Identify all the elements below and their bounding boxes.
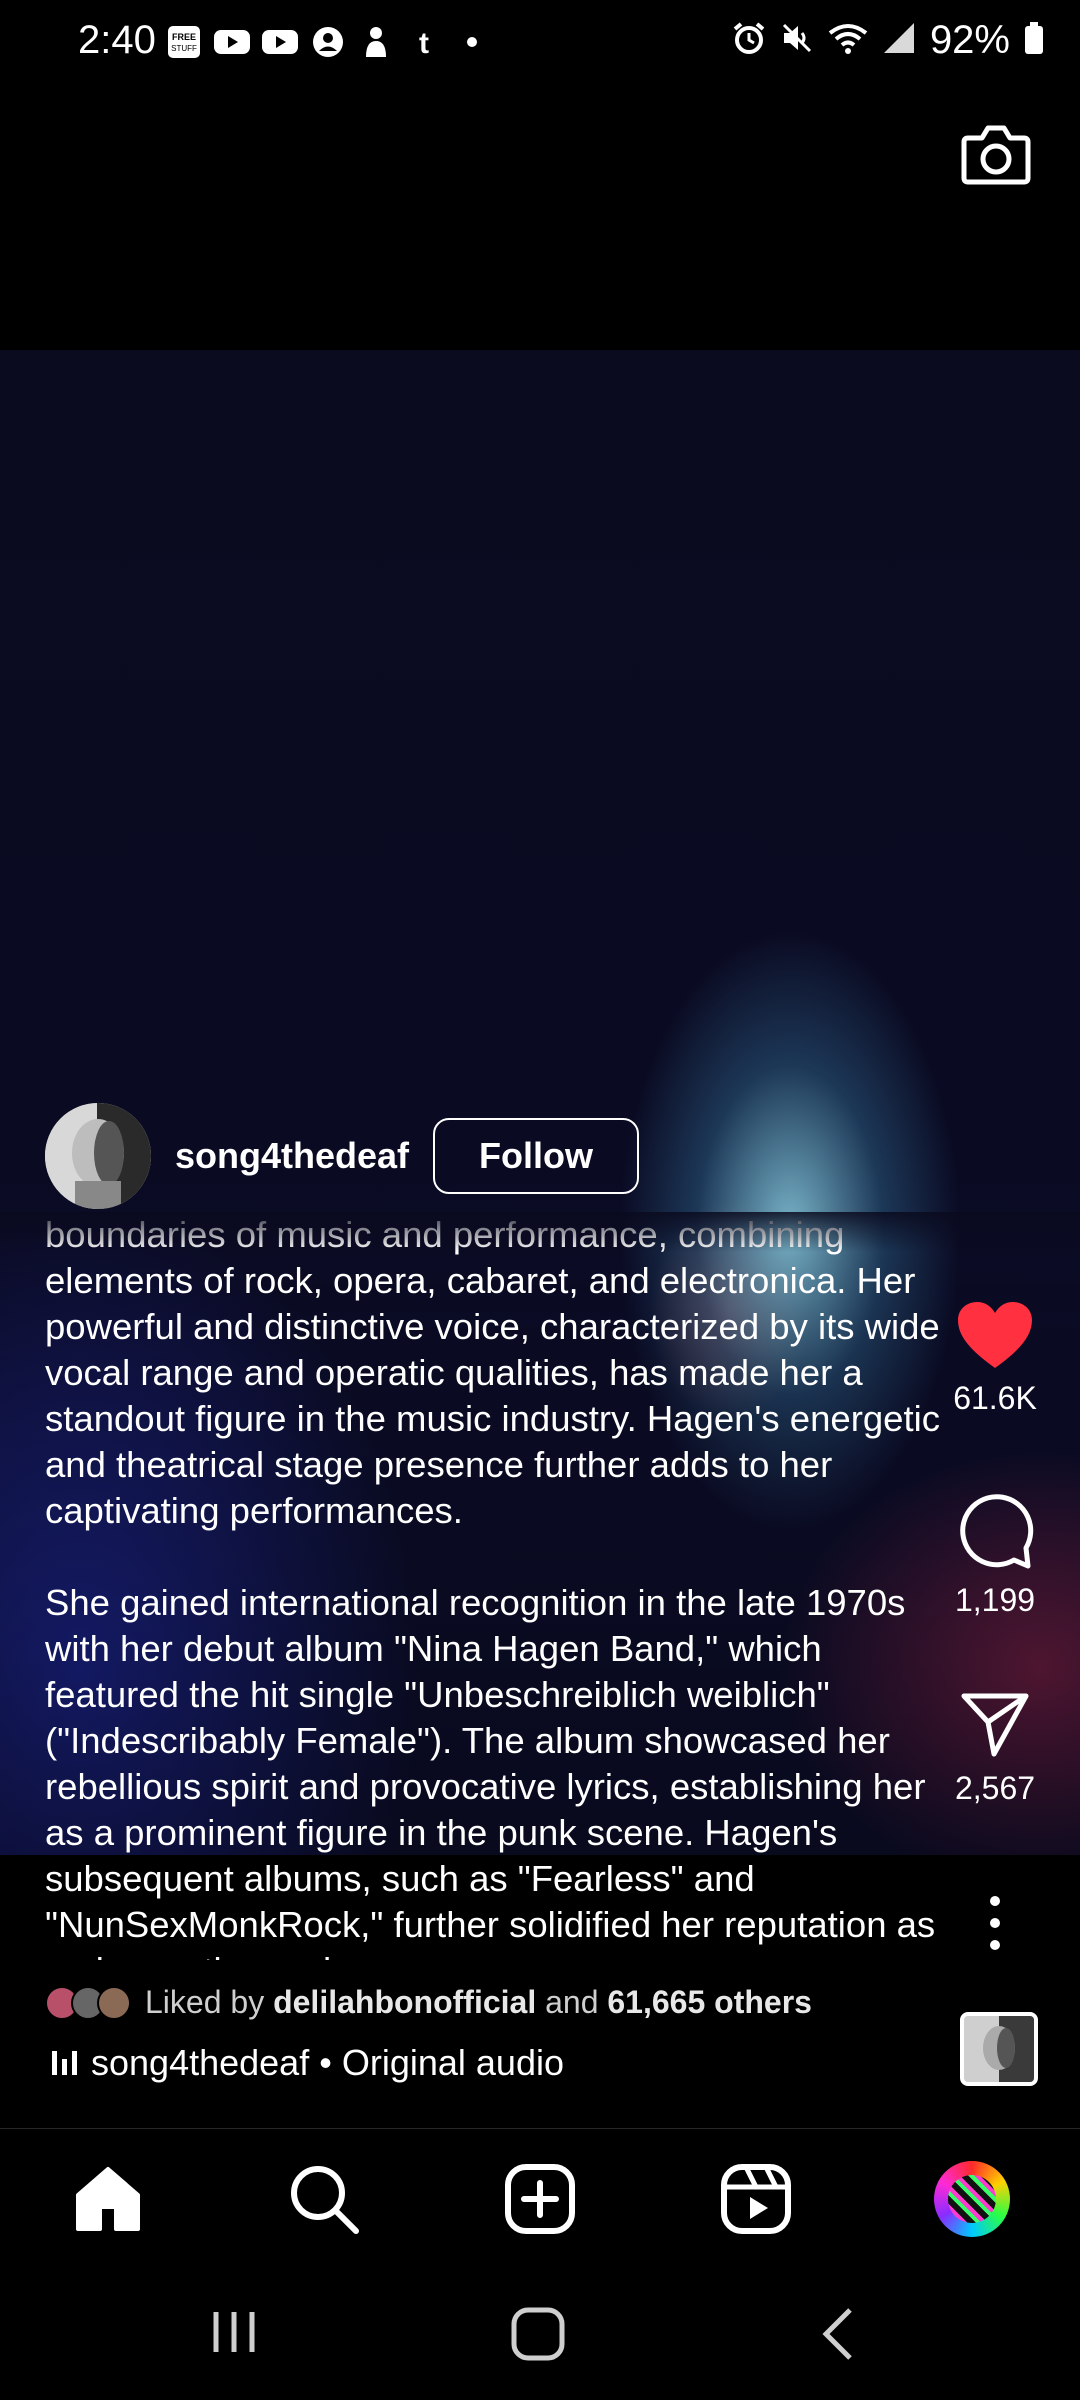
- home-circle-icon: [511, 2307, 565, 2361]
- likes-middle: and: [545, 1984, 599, 2020]
- comment-icon[interactable]: [956, 1494, 1034, 1572]
- notification-icons: FREE STUFF t: [166, 24, 490, 60]
- heart-icon[interactable]: [956, 1300, 1034, 1370]
- recent-apps-button[interactable]: [208, 2306, 260, 2363]
- likes-prefix: Liked by: [145, 1984, 265, 2020]
- wifi-icon: [828, 21, 868, 60]
- back-chevron-icon: [822, 2308, 852, 2360]
- audio-artist: song4thedeaf: [91, 2042, 310, 2083]
- back-button[interactable]: [818, 2306, 858, 2367]
- status-time: 2:40: [78, 18, 156, 62]
- author-avatar[interactable]: [45, 1103, 151, 1209]
- audio-bars-icon: [52, 2051, 77, 2075]
- mute-icon: [780, 21, 814, 60]
- svg-text:STUFF: STUFF: [171, 44, 197, 53]
- comment-count: 1,199: [954, 1582, 1036, 1618]
- status-bar: 2:40 FREE STUFF t 92%: [0, 0, 1080, 92]
- caption-fade: [0, 1212, 1080, 1252]
- caption-paragraph: boundaries of music and performance, com…: [45, 1214, 940, 1531]
- battery-percent: 92%: [929, 18, 1010, 62]
- audio-thumbnail[interactable]: [960, 2012, 1038, 2086]
- post-caption[interactable]: boundaries of music and performance, com…: [45, 1212, 945, 1960]
- share-action[interactable]: 2,567: [930, 1690, 1060, 1807]
- camera-icon: [961, 125, 1031, 185]
- likes-others[interactable]: 61,665 others: [607, 1984, 812, 2021]
- nav-home[interactable]: [70, 2161, 146, 2237]
- signal-icon: [882, 21, 916, 60]
- like-action[interactable]: 61.6K: [930, 1300, 1060, 1417]
- create-icon: [505, 2164, 575, 2234]
- system-navigation: [0, 2268, 1080, 2400]
- likes-user[interactable]: delilahbonofficial: [273, 1984, 536, 2021]
- audio-attribution[interactable]: song4thedeaf • Original audio: [52, 2042, 564, 2084]
- dot-icon: [454, 24, 490, 60]
- audio-title: Original audio: [341, 2042, 564, 2083]
- free-stuff-icon: FREE STUFF: [166, 24, 202, 60]
- home-icon: [76, 2167, 140, 2231]
- share-count: 2,567: [954, 1770, 1036, 1806]
- home-nav-button[interactable]: [510, 2306, 566, 2367]
- nav-profile-avatar[interactable]: [934, 2161, 1010, 2237]
- bottom-nav: [0, 2128, 1080, 2269]
- author-username[interactable]: song4thedeaf: [175, 1135, 409, 1177]
- camera-button[interactable]: [958, 116, 1034, 192]
- post-author-row: song4thedeaf Follow: [45, 1102, 640, 1210]
- reels-icon: [721, 2164, 791, 2234]
- send-icon[interactable]: [960, 1690, 1030, 1760]
- svg-text:t: t: [419, 27, 429, 58]
- more-vertical-icon: [990, 1896, 1000, 1950]
- search-icon: [291, 2166, 359, 2234]
- battery-icon: [1024, 21, 1044, 60]
- recent-apps-icon: [213, 2312, 255, 2352]
- nav-create[interactable]: [502, 2161, 578, 2237]
- svg-text:FREE: FREE: [172, 32, 196, 42]
- thumbs-icon: [358, 24, 394, 60]
- caption-paragraph: She gained international recognition in …: [45, 1582, 936, 1960]
- liker-avatars: [45, 1985, 131, 2020]
- follow-button[interactable]: Follow: [433, 1118, 640, 1194]
- audio-separator: •: [319, 2042, 332, 2083]
- likes-summary[interactable]: Liked by delilahbonofficial and 61,665 o…: [45, 1984, 812, 2021]
- nav-search[interactable]: [286, 2161, 362, 2237]
- more-options-button[interactable]: [983, 1895, 1007, 1956]
- nav-reels[interactable]: [718, 2161, 794, 2237]
- tumblr-icon: t: [406, 24, 442, 60]
- liker-avatar: [97, 1985, 131, 2020]
- like-count: 61.6K: [953, 1380, 1037, 1416]
- comment-action[interactable]: 1,199: [930, 1494, 1060, 1619]
- alarm-icon: [732, 21, 766, 60]
- account-icon: [310, 24, 346, 60]
- youtube-icon: [214, 24, 250, 60]
- youtube-icon: [262, 24, 298, 60]
